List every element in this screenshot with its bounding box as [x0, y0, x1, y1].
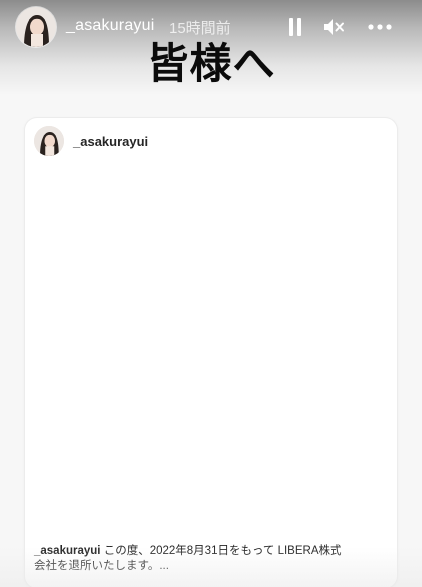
shared-post-card[interactable]: _asakurayui _asakurayui この度、2022年8月31日をも… [25, 118, 397, 587]
story-viewer: _asakurayui 15時間前 皆様へ _asakurayui _asaku… [0, 0, 422, 587]
profile-photo [34, 126, 64, 156]
caption-text-line1: この度、2022年8月31日をもって LIBERA株式 [103, 545, 342, 557]
post-avatar[interactable] [34, 126, 64, 156]
post-username[interactable]: _asakurayui [73, 134, 148, 149]
story-title-text: 皆様へ [146, 40, 276, 87]
caption-text-line2: 会社を退所いたします。... [34, 560, 169, 572]
caption-username[interactable]: _asakurayui [34, 545, 101, 557]
post-caption: _asakurayui この度、2022年8月31日をもって LIBERA株式 … [34, 544, 389, 574]
